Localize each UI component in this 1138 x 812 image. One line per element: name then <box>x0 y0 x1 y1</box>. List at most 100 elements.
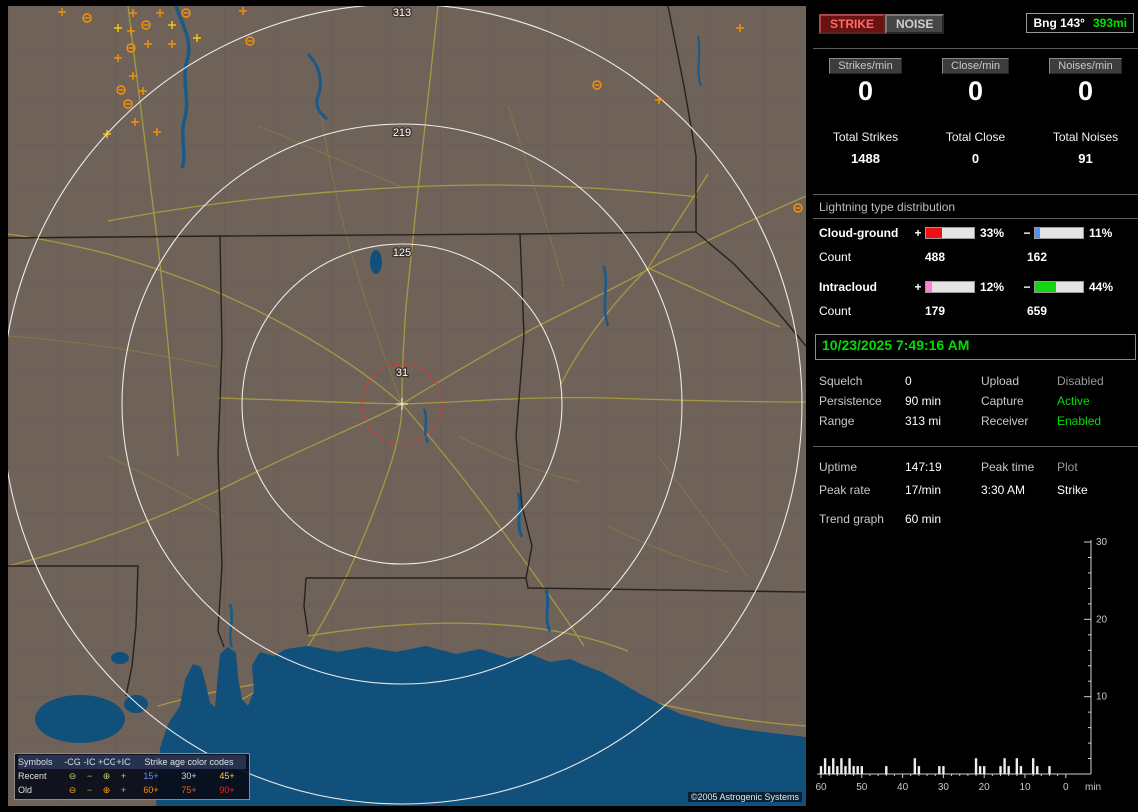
ring-label-219: 219 <box>393 127 411 139</box>
trend-x-tick: 50 <box>856 782 868 793</box>
trend-bar <box>1019 766 1023 774</box>
trend-bar <box>1048 766 1051 774</box>
ring-label-313: 313 <box>393 7 411 19</box>
trend-bar <box>840 758 843 774</box>
circle-minus-icon: ⊖ <box>68 771 77 781</box>
trend-bar <box>860 766 863 774</box>
age-code-60+: 60+ <box>143 785 159 795</box>
trend-bar <box>885 766 888 774</box>
age-code-30+: 30+ <box>181 771 197 781</box>
cloud-ground-counts: Count 488 162 <box>819 250 1048 264</box>
trend-bar <box>974 758 978 774</box>
trend-x-tick: 0 <box>1063 782 1069 793</box>
bearing-value: Bng 143° <box>1033 16 1085 30</box>
legend-column-+CG: +CG <box>98 755 117 769</box>
divider <box>813 194 1138 195</box>
total-noises: Total Noises 91 <box>1052 130 1119 166</box>
intracloud-counts: Count 179 659 <box>819 304 1048 318</box>
trend-bar <box>856 766 859 774</box>
circle-minus-icon: ⊖ <box>68 785 77 795</box>
trend-bar <box>978 766 982 774</box>
noises-per-min-counter: Noises/min 0 <box>1033 58 1138 107</box>
trend-y-tick: 10 <box>1096 692 1108 703</box>
trend-bar <box>844 766 847 774</box>
trend-bar <box>827 766 831 774</box>
trend-x-tick: 60 <box>815 782 827 793</box>
status-row-range-receiver: Range 313 mi Receiver Enabled <box>819 414 1102 428</box>
trend-bar <box>819 766 823 774</box>
trend-bar <box>848 758 851 774</box>
legend-column--IC: -IC <box>81 755 98 769</box>
trend-x-tick: 40 <box>897 782 909 793</box>
plus-icon: + <box>120 771 127 781</box>
noise-mode-button[interactable]: NOISE <box>885 14 945 34</box>
status-panel: STRIKE NOISE Bng 143° 393mi Strikes/min 0… <box>813 6 1138 806</box>
stats-row-2: Peak rate 17/min 3:30 AM Strike <box>819 483 1088 497</box>
cg-negative-bar <box>1034 227 1084 239</box>
trend-bar <box>1003 758 1006 774</box>
divider <box>813 218 1138 219</box>
legend-age-header: Strike age color codes <box>132 755 246 769</box>
age-code-15+: 15+ <box>143 771 159 781</box>
total-strikes: Total Strikes 1488 <box>832 130 899 166</box>
distribution-title: Lightning type distribution <box>819 200 956 214</box>
close-per-min-label: Close/min <box>942 58 1009 74</box>
strike-mode-button[interactable]: STRIKE <box>819 14 886 34</box>
intracloud-row: Intracloud + 12% − 44% <box>819 280 1114 294</box>
legend-column--CG: -CG <box>64 755 81 769</box>
trend-bar <box>836 766 839 774</box>
trend-bar <box>942 766 945 774</box>
trend-graph: 10 20 30 60 50 40 30 20 10 0 min <box>815 537 1108 793</box>
trend-x-tick: 30 <box>938 782 950 793</box>
trend-bar <box>852 766 855 774</box>
trend-bar <box>917 766 921 774</box>
legend-row-label-old: Old <box>18 785 33 795</box>
trend-bar <box>938 766 941 774</box>
age-code-45+: 45+ <box>219 771 235 781</box>
trend-bar <box>1007 766 1010 774</box>
trend-y-tick: 20 <box>1096 614 1108 625</box>
legend-column-+IC: +IC <box>115 755 132 769</box>
cloud-ground-row: Cloud-ground + 33% − 11% <box>819 226 1113 240</box>
divider <box>813 48 1138 49</box>
trend-bar <box>913 758 917 774</box>
upload-status: Disabled <box>1057 374 1104 388</box>
receiver-status: Enabled <box>1057 414 1102 428</box>
total-close: Total Close 0 <box>945 130 1006 166</box>
close-per-min-counter: Close/min 0 <box>923 58 1028 107</box>
map-canvas: 313 219 125 31 <box>8 6 806 806</box>
lightning-map[interactable]: 313 219 125 31 Symbols -CG -IC +CG +IC Strike ag… <box>8 6 806 806</box>
cg-positive-bar <box>925 227 975 239</box>
copyright-text: ©2005 Astrogenic Systems <box>687 792 802 802</box>
plus-icon: + <box>120 785 127 795</box>
bearing-readout: Bng 143° 393mi <box>1026 13 1134 33</box>
divider <box>813 446 1138 447</box>
circle-plus-icon: ⊕ <box>102 771 111 781</box>
strikes-per-min-value: 0 <box>857 76 874 106</box>
trend-x-tick: 20 <box>979 782 991 793</box>
ring-label-125: 125 <box>393 247 411 259</box>
trend-bar <box>823 758 827 774</box>
ic-positive-bar <box>925 281 975 293</box>
minus-icon: − <box>86 785 93 795</box>
trend-y-tick: 30 <box>1096 537 1108 548</box>
circle-plus-icon: ⊕ <box>102 785 111 795</box>
status-row-squelch-upload: Squelch 0 Upload Disabled <box>819 374 1104 388</box>
minus-icon: − <box>86 771 93 781</box>
trend-x-unit: min <box>1085 782 1101 793</box>
trend-bar <box>983 766 986 774</box>
age-code-75+: 75+ <box>181 785 197 795</box>
ic-negative-bar <box>1034 281 1084 293</box>
noises-per-min-value: 0 <box>1077 76 1094 106</box>
capture-status: Active <box>1057 394 1090 408</box>
strikes-per-min-counter: Strikes/min 0 <box>813 58 918 107</box>
strikes-per-min-label: Strikes/min <box>829 58 902 74</box>
age-code-90+: 90+ <box>219 785 235 795</box>
legend-symbols-header: Symbols <box>18 755 64 769</box>
noises-per-min-label: Noises/min <box>1049 58 1122 74</box>
legend-row-label-recent: Recent <box>18 771 47 781</box>
bearing-distance: 393mi <box>1092 16 1127 30</box>
nexstorm-app: 313 219 125 31 Symbols -CG -IC +CG +IC Strike ag… <box>0 0 1138 812</box>
trend-bar <box>999 766 1002 774</box>
trend-bar <box>1036 766 1039 774</box>
